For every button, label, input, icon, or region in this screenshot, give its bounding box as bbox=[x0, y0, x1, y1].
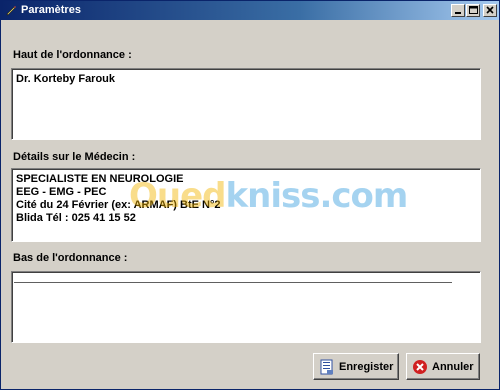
title-bar[interactable]: Paramètres bbox=[1, 1, 499, 20]
cancel-label: Annuler bbox=[432, 361, 474, 373]
footer-textarea[interactable] bbox=[11, 271, 481, 343]
window-title: Paramètres bbox=[21, 4, 81, 16]
save-label: Enregister bbox=[339, 361, 394, 373]
header-label: Haut de l'ordonnance : bbox=[13, 49, 132, 61]
minimize-icon bbox=[455, 12, 461, 14]
cancel-button[interactable]: Annuler bbox=[406, 353, 480, 380]
doctor-line: Blida Tél : 025 41 15 52 bbox=[16, 212, 136, 224]
close-icon bbox=[486, 6, 494, 14]
doctor-line: Cité du 24 Février (ex: ARMAF) BtE N°2 bbox=[16, 199, 221, 211]
doctor-textarea[interactable]: SPECIALISTE EN NEUROLOGIE EEG - EMG - PE… bbox=[11, 168, 481, 242]
maximize-button[interactable] bbox=[466, 4, 480, 17]
parametres-window: Paramètres Haut de l'ordonnance : Dr. Ko… bbox=[0, 0, 500, 390]
doctor-line: EEG - EMG - PEC bbox=[16, 186, 107, 198]
doctor-line: SPECIALISTE EN NEUROLOGIE bbox=[16, 173, 184, 185]
minimize-button[interactable] bbox=[451, 4, 465, 17]
save-button[interactable]: Enregister bbox=[313, 353, 399, 380]
header-line: Dr. Korteby Farouk bbox=[16, 73, 116, 85]
maximize-icon bbox=[469, 6, 478, 14]
footer-label: Bas de l'ordonnance : bbox=[13, 252, 128, 264]
cancel-icon bbox=[413, 360, 427, 374]
save-icon bbox=[320, 359, 333, 375]
doctor-label: Détails sur le Médecin : bbox=[13, 151, 136, 163]
header-textarea[interactable]: Dr. Korteby Farouk bbox=[11, 68, 481, 140]
pen-icon bbox=[6, 6, 16, 16]
close-button[interactable] bbox=[483, 4, 497, 17]
separator-line bbox=[14, 282, 452, 283]
